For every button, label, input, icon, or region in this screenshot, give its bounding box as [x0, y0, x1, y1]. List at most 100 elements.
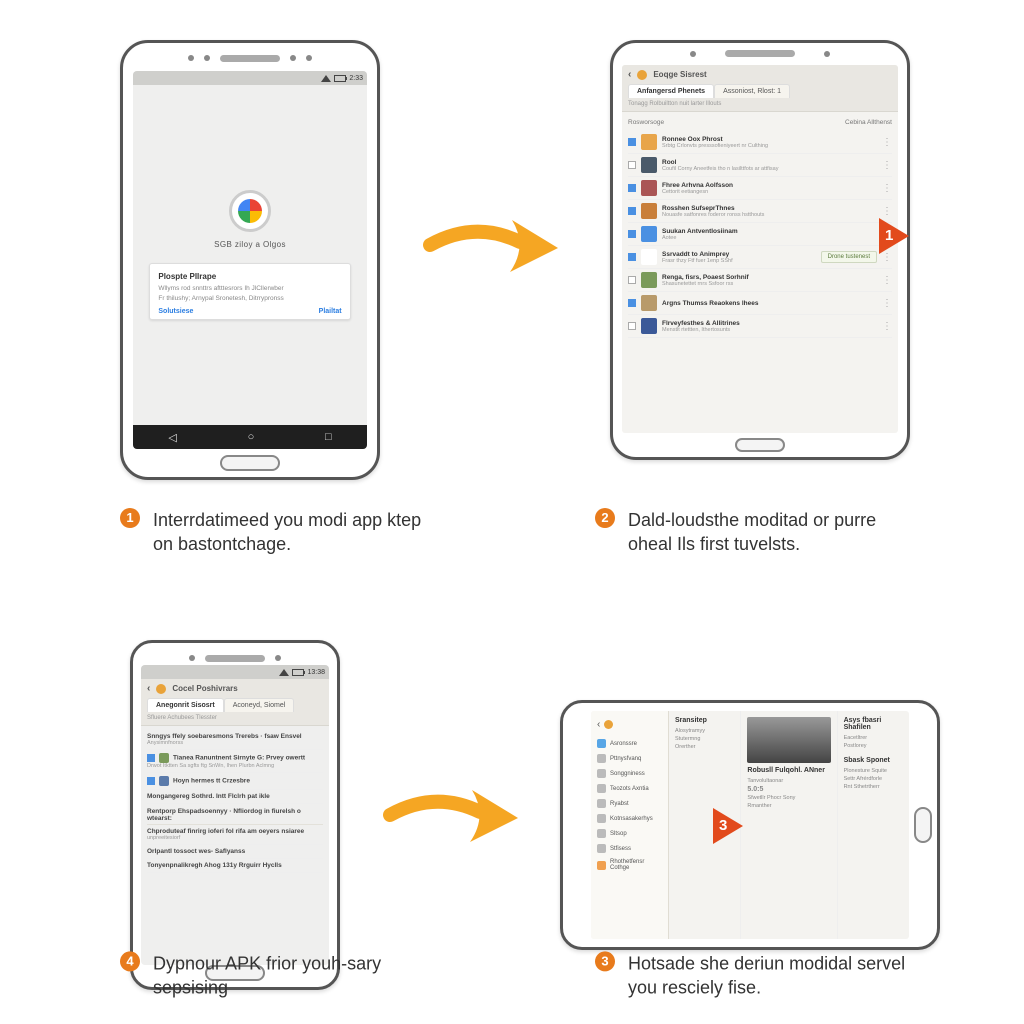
text-line: Alosytramyy	[675, 728, 734, 734]
step-number-badge: 3	[595, 951, 615, 971]
step-number-badge: 1	[120, 508, 140, 528]
more-icon[interactable]: ⋮	[882, 160, 892, 171]
item-title: Hoyn hermes tt Crzesbre	[147, 776, 323, 786]
checkbox[interactable]	[628, 276, 636, 284]
item-title: Rool	[662, 159, 877, 166]
list-item[interactable]: Ssrvaddt to AnimpreyFrasr thzy Ftf fuer …	[628, 246, 892, 269]
app-thumb-icon	[641, 157, 657, 173]
checkbox[interactable]	[628, 184, 636, 192]
item-action-button[interactable]: Drone tustenest	[821, 251, 877, 263]
item-title: Suukan Antventlosiinam	[662, 228, 877, 235]
back-chevron-icon[interactable]: ‹	[147, 683, 150, 694]
list-item[interactable]: Chproduteaf finrirg ioferi fol rifa am o…	[147, 825, 323, 845]
text-line: Plonesture Squite	[844, 768, 903, 774]
app-thumb-icon	[641, 318, 657, 334]
checkbox[interactable]	[628, 230, 636, 238]
list-item[interactable]: Hoyn hermes tt Crzesbre	[147, 773, 323, 790]
item-title: Orlpantl tossoct wes- Saflyanss	[147, 848, 323, 855]
sidebar-item-label: Sltsop	[610, 831, 627, 837]
sidebar: ‹ Asronssre Pttnysfvanq SonggninessTeozots…	[591, 711, 669, 939]
list-item[interactable]: Tianea Ranuntnent Sirnyte G: Prvey owert…	[147, 750, 323, 773]
sidebar-item[interactable]: Songgniness	[595, 766, 664, 781]
app-thumb-icon	[641, 180, 657, 196]
checkbox[interactable]	[628, 161, 636, 169]
list-item[interactable]: Flrveyfesthes & AllitrinesMenstlt rtettt…	[628, 315, 892, 338]
list-item[interactable]: Mongangereg Sothrd. Intt Flclrh pat ikle	[147, 790, 323, 804]
item-subtitle: unpreeitesiorf	[147, 835, 323, 841]
more-icon[interactable]: ⋮	[882, 137, 892, 148]
sidebar-item[interactable]: Pttnysfvanq	[595, 751, 664, 766]
item-subtitle: Coufil Corny Aneetfeis tho n lasilttfots…	[662, 166, 877, 172]
tab-1[interactable]: Anegonrit Sisosrt	[147, 698, 224, 712]
step-number-badge: 2	[595, 508, 615, 528]
android-navbar: ◁ ○ □	[133, 425, 367, 449]
tab-2[interactable]: Assoniost, Rlost: 1	[714, 84, 790, 98]
step-number-badge: 4	[120, 951, 140, 971]
sidebar-item[interactable]: Sltsop	[595, 826, 664, 841]
text-line: Rmanther	[747, 803, 830, 809]
sidebar-item[interactable]: Stfisess	[595, 841, 664, 856]
nav-recent-icon[interactable]: □	[325, 431, 332, 443]
sidebar-item[interactable]: Teozots Axntia	[595, 781, 664, 796]
item-subtitle: Drwot Itktten Sa sgfts ftg SnWn, Ihen Pl…	[147, 763, 323, 769]
checkbox[interactable]	[628, 299, 636, 307]
sidebar-item-label: Asronssre	[610, 741, 637, 747]
list-item[interactable]: Tonyenpnalikregh Ahog 131y Rrguirr Hycll…	[147, 859, 323, 873]
list-item[interactable]: Rosshen SufseprThnesNouasfe satfonres fo…	[628, 200, 892, 223]
sidebar-item-label: Kotnsasakerhys	[610, 816, 653, 822]
item-title: Chproduteaf finrirg ioferi fol rifa am o…	[147, 828, 323, 835]
video-thumbnail[interactable]	[747, 717, 830, 763]
tab-2[interactable]: Aconeyd, Siomel	[224, 698, 295, 712]
sidebar-item[interactable]: Asronssre	[595, 736, 664, 751]
text-line: Sfwetllr Phocr Sony	[747, 795, 830, 801]
status-bar: 2:33	[133, 71, 367, 85]
filter-right[interactable]: Cebina Allthenst	[845, 119, 892, 126]
more-icon[interactable]: ⋮	[882, 298, 892, 309]
phone-frame-step1: 2:33 SGB ziloy a Olgos Plospte Pllrape W…	[120, 40, 380, 480]
more-icon[interactable]: ⋮	[882, 206, 892, 217]
filter-left[interactable]: Rosworsoge	[628, 119, 664, 126]
nav-back-icon[interactable]: ◁	[168, 431, 176, 444]
more-icon[interactable]: ⋮	[882, 183, 892, 194]
tablet-screen-step2: ‹ Eoqge Sisrest Anfangersd Phenets Asson…	[622, 65, 898, 433]
app-icon	[604, 720, 613, 729]
checkbox[interactable]	[628, 207, 636, 215]
dialog-action-left[interactable]: Solutsiese	[158, 308, 193, 315]
app-thumb-icon	[159, 776, 169, 786]
item-subtitle: Aotee	[662, 235, 877, 241]
checkbox[interactable]	[628, 138, 636, 146]
sidebar-item[interactable]: Kotnsasakerhys	[595, 811, 664, 826]
tab-1[interactable]: Anfangersd Phenets	[628, 84, 714, 98]
text-line: Settr Afrérdforle	[844, 776, 903, 782]
nav-home-icon[interactable]: ○	[248, 431, 255, 443]
list-item[interactable]: Fhree Arhvna AolfssonCettorit eetiangesn…	[628, 177, 892, 200]
item-title: Tonyenpnalikregh Ahog 131y Rrguirr Hycll…	[147, 862, 323, 869]
list-item[interactable]: Orlpantl tossoct wes- Saflyanss	[147, 845, 323, 859]
sidebar-item-icon	[597, 844, 606, 853]
app-header: ‹ Eoqge Sisrest Anfangersd Phenets Asson…	[622, 65, 898, 112]
list-item[interactable]: Renga, fisrs, Poaest SorhnifShasunetette…	[628, 269, 892, 292]
sidebar-item-label: Pttnysfvanq	[610, 756, 641, 762]
app-thumb-icon	[641, 226, 657, 242]
list-item[interactable]: Suukan AntventlosiinamAotee⋮	[628, 223, 892, 246]
checkbox[interactable]	[628, 322, 636, 330]
back-chevron-icon[interactable]: ‹	[628, 69, 631, 80]
list-item[interactable]: Snngys ffely soebaresmons Trerebs · fsaw…	[147, 730, 323, 750]
checkbox[interactable]	[628, 253, 636, 261]
item-title: Mongangereg Sothrd. Intt Flclrh pat ikle	[147, 793, 323, 800]
sidebar-item-icon	[597, 799, 606, 808]
back-chevron-icon[interactable]: ‹	[597, 719, 600, 730]
more-icon[interactable]: ⋮	[882, 275, 892, 286]
checkbox[interactable]	[147, 754, 155, 762]
more-icon[interactable]: ⋮	[882, 321, 892, 332]
text-line: Orerther	[675, 744, 734, 750]
list-item[interactable]: Argns Thumss Reaokens lhees⋮	[628, 292, 892, 315]
dialog-action-right[interactable]: Plailtat	[319, 308, 342, 315]
text-line: Stutermng	[675, 736, 734, 742]
logo-subtitle: SGB ziloy a Olgos	[214, 240, 286, 249]
list-item[interactable]: Ronnee Oox PhrostSrbtg Crlonvts presssof…	[628, 131, 892, 154]
checkbox[interactable]	[147, 777, 155, 785]
sidebar-item[interactable]: Ryabst	[595, 796, 664, 811]
sidebar-item[interactable]: Rhothetfensr Cothge	[595, 856, 664, 874]
list-item[interactable]: RoolCoufil Corny Aneetfeis tho n lasiltt…	[628, 154, 892, 177]
